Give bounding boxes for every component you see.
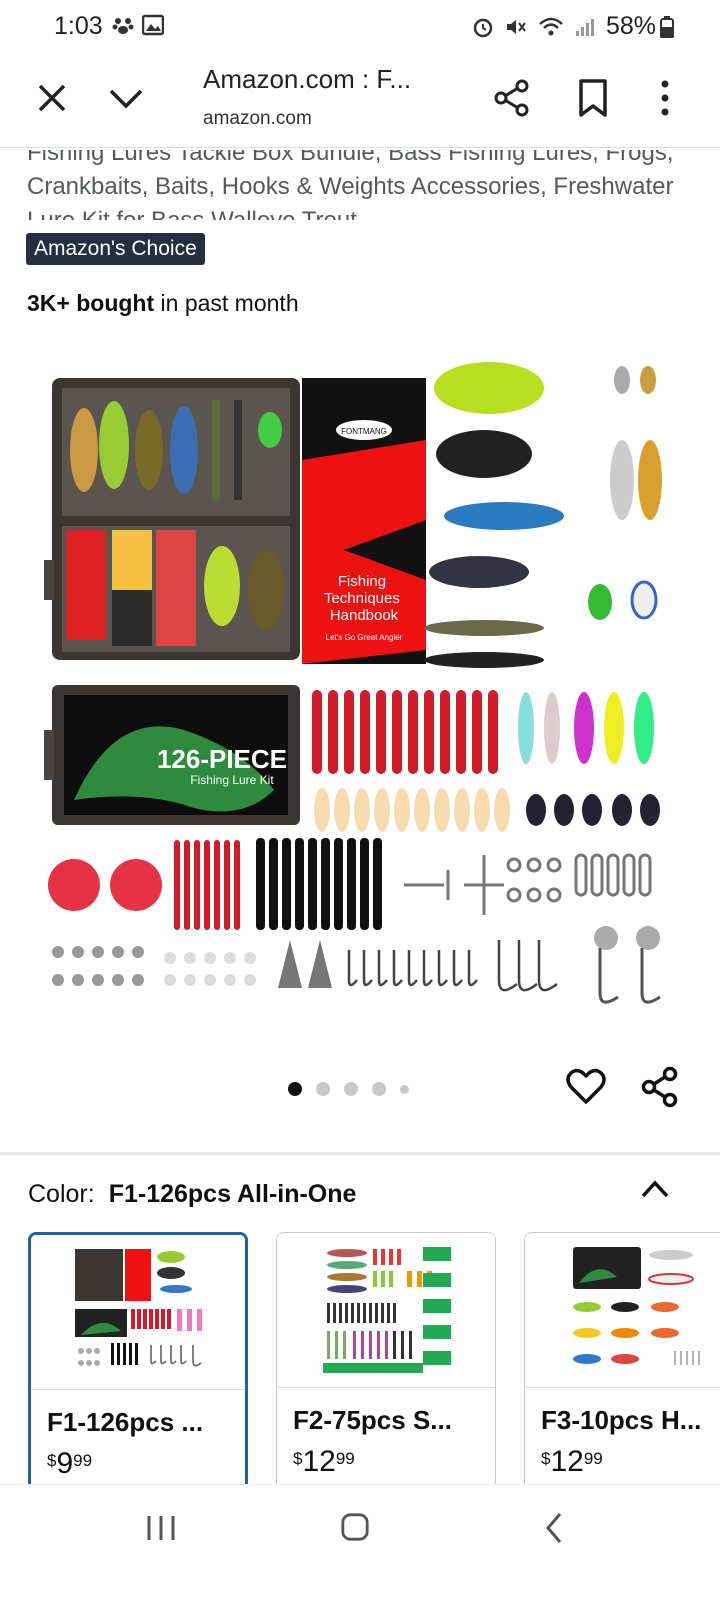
swivels	[404, 853, 652, 915]
purchase-count: 3K+ bought in past month	[27, 290, 299, 317]
color-option-name: F2-75pcs S...	[293, 1405, 452, 1435]
battery-icon	[660, 16, 674, 38]
color-option-thumbnail	[525, 1233, 720, 1388]
product-title-container: Fishing Lures Tackle Box Bundle, Bass Fi…	[27, 150, 707, 220]
red-skirts	[48, 859, 162, 911]
price-dollars: 12	[302, 1445, 336, 1478]
color-option-thumbnail	[277, 1233, 495, 1388]
gallery-icon	[142, 14, 164, 36]
price-dollars: 12	[550, 1445, 584, 1478]
split-shot	[52, 946, 144, 986]
close-icon[interactable]	[34, 80, 70, 116]
kit-subtitle: Fishing Lure Kit	[190, 773, 274, 787]
color-option-price: $1299	[293, 1445, 355, 1479]
product-image[interactable]: FONTMANG Fishing Techniques Handbook Let…	[44, 350, 676, 1018]
tackle-box-open	[44, 378, 300, 660]
mute-icon	[506, 19, 526, 34]
pagination-dot-4[interactable]	[372, 1082, 386, 1096]
pagination-dot-1[interactable]	[288, 1082, 302, 1096]
brand-logo-text: FONTMANG	[341, 427, 387, 436]
browser-toolbar: Amazon.com : F... amazon.com	[0, 52, 720, 148]
back-icon[interactable]	[544, 1511, 564, 1545]
image-pagination[interactable]	[288, 1082, 409, 1096]
heart-icon[interactable]	[566, 1068, 606, 1106]
price-dollars: 9	[56, 1447, 74, 1480]
battery-level: 58%	[605, 12, 656, 40]
price-currency: $	[293, 1449, 303, 1468]
beads	[164, 952, 256, 986]
status-bar: 1:03 58%	[0, 0, 720, 52]
color-option-price: $999	[47, 1447, 92, 1481]
crickets	[526, 794, 660, 826]
chevron-up-icon[interactable]	[640, 1178, 670, 1200]
thumbnail-f3	[573, 1247, 700, 1365]
color-option-thumbnail	[31, 1235, 245, 1390]
bookmark-icon[interactable]	[576, 78, 610, 118]
color-option-f3[interactable]: F3-10pcs H... $1299	[524, 1232, 720, 1492]
crawfish	[518, 692, 654, 764]
jig-heads	[594, 926, 661, 1004]
handbook: FONTMANG Fishing Techniques Handbook Let…	[302, 378, 426, 664]
thumbnail-f1	[75, 1249, 203, 1367]
paw-icon	[112, 18, 134, 34]
share-icon[interactable]	[492, 78, 532, 118]
alarm-icon	[473, 18, 493, 37]
system-nav-bar	[0, 1484, 720, 1600]
price-cents: 99	[335, 1449, 355, 1468]
maggots	[314, 788, 510, 832]
home-icon[interactable]	[340, 1511, 370, 1543]
pagination-dot-5[interactable]	[400, 1084, 409, 1094]
hooks	[347, 940, 558, 992]
purchase-count-strong: 3K+ bought	[27, 290, 155, 316]
color-option-price: $1299	[541, 1445, 603, 1479]
price-currency: $	[541, 1449, 551, 1468]
purchase-count-rest: in past month	[154, 290, 299, 316]
system-icons: 58%	[472, 12, 656, 41]
price-cents: 99	[73, 1451, 93, 1470]
share-icon[interactable]	[640, 1066, 680, 1108]
price-cents: 99	[583, 1449, 603, 1468]
red-worms	[174, 840, 240, 930]
color-option-f1[interactable]: F1-126pcs ... $999	[28, 1232, 248, 1492]
page-title[interactable]: Amazon.com : F...	[203, 64, 411, 95]
color-option-name: F3-10pcs H...	[541, 1405, 702, 1435]
hard-lures	[424, 362, 662, 668]
kit-title: 126-PIECE	[157, 744, 287, 774]
thumbnail-f2	[323, 1247, 451, 1373]
pagination-dot-2[interactable]	[316, 1082, 330, 1096]
product-title: Fishing Lures Tackle Box Bundle, Bass Fi…	[27, 150, 674, 220]
color-label: Color:	[28, 1180, 95, 1208]
amazons-choice-badge[interactable]: Amazon's Choice	[26, 233, 205, 265]
color-option-f2[interactable]: F2-75pcs S... $1299	[276, 1232, 496, 1492]
signal-icon	[575, 18, 594, 36]
color-selector-header: Color: F1-126pcs All-in-One	[28, 1180, 356, 1209]
section-divider	[0, 1152, 720, 1155]
soft-grubs	[312, 690, 498, 774]
page-url[interactable]: amazon.com	[203, 108, 312, 130]
color-selected-value: F1-126pcs All-in-One	[108, 1180, 357, 1208]
more-vert-icon[interactable]	[655, 78, 675, 118]
color-option-name: F1-126pcs ...	[47, 1407, 204, 1437]
wifi-icon	[539, 17, 563, 35]
status-time: 1:03	[54, 12, 103, 40]
chevron-down-icon[interactable]	[106, 80, 146, 116]
handbook-slogan: Let's Go Great Angler	[326, 633, 403, 642]
price-currency: $	[47, 1451, 57, 1470]
pagination-dot-3[interactable]	[344, 1082, 358, 1096]
notification-icons	[112, 14, 164, 36]
black-paddletails	[256, 838, 382, 930]
bullet-weights	[278, 940, 332, 988]
tackle-box-closed: 126-PIECE Fishing Lure Kit	[44, 685, 300, 825]
recent-apps-icon[interactable]	[146, 1513, 176, 1543]
